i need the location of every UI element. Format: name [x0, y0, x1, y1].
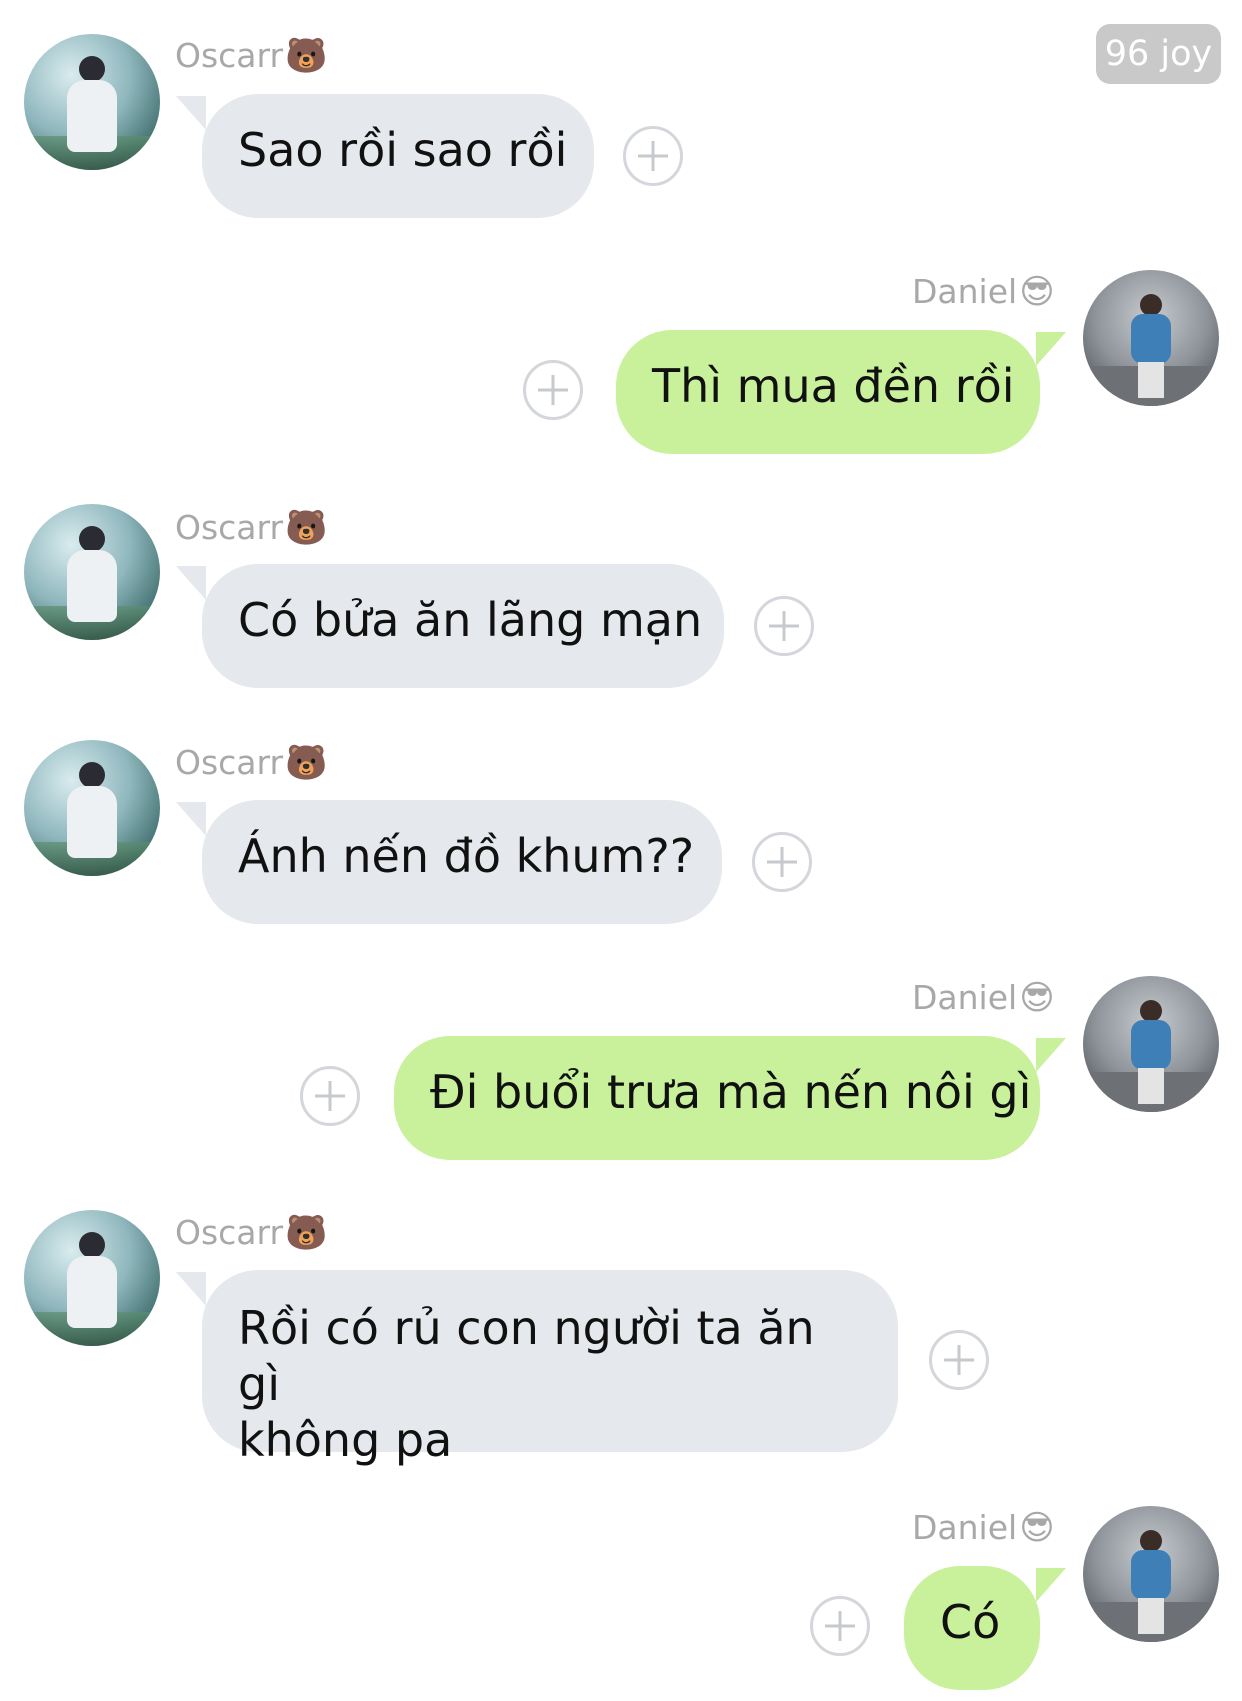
sender-name: Daniel😎 — [912, 1508, 1055, 1548]
sender-name: Oscarr🐻 — [175, 508, 328, 548]
bear-emoji: 🐻 — [285, 36, 328, 76]
avatar-daniel[interactable] — [1083, 270, 1219, 406]
avatar-oscarr[interactable] — [24, 34, 160, 170]
avatar-daniel[interactable] — [1083, 976, 1219, 1112]
sunglasses-emoji: 😎 — [1019, 978, 1055, 1018]
sunglasses-emoji: 😎 — [1019, 272, 1055, 312]
sender-name: Oscarr🐻 — [175, 1213, 328, 1253]
message-bubble[interactable]: Có — [904, 1566, 1040, 1690]
message-bubble[interactable]: Rồi có rủ con người ta ăn gì không pa — [202, 1270, 898, 1467]
add-reaction-icon[interactable] — [929, 1330, 989, 1390]
avatar-daniel[interactable] — [1083, 1506, 1219, 1642]
sender-name: Daniel😎 — [912, 272, 1055, 312]
message-bubble[interactable]: Ánh nến đồ khum?? — [202, 800, 722, 924]
avatar-oscarr[interactable] — [24, 504, 160, 640]
add-reaction-icon[interactable] — [523, 360, 583, 420]
bear-emoji: 🐻 — [285, 508, 328, 548]
add-reaction-icon[interactable] — [300, 1066, 360, 1126]
message-line: không pa — [238, 1413, 453, 1467]
message-bubble[interactable]: Sao rồi sao rồi — [202, 94, 594, 218]
message-bubble[interactable]: Đi buổi trưa mà nến nôi gì — [394, 1036, 1040, 1160]
avatar-oscarr[interactable] — [24, 1210, 160, 1346]
sender-name: Daniel😎 — [912, 978, 1055, 1018]
sender-name: Oscarr🐻 — [175, 743, 328, 783]
avatar-oscarr[interactable] — [24, 740, 160, 876]
message-line: Rồi có rủ con người ta ăn gì — [238, 1301, 815, 1411]
add-reaction-icon[interactable] — [623, 126, 683, 186]
message-bubble[interactable]: Có bửa ăn lãng mạn — [202, 564, 724, 688]
bear-emoji: 🐻 — [285, 743, 328, 783]
add-reaction-icon[interactable] — [810, 1596, 870, 1656]
sender-name: Oscarr🐻 — [175, 36, 328, 76]
add-reaction-icon[interactable] — [752, 832, 812, 892]
unread-badge: 96 joy — [1096, 24, 1221, 84]
bear-emoji: 🐻 — [285, 1213, 328, 1253]
add-reaction-icon[interactable] — [754, 596, 814, 656]
message-bubble[interactable]: Thì mua đền rồi — [616, 330, 1040, 454]
sunglasses-emoji: 😎 — [1019, 1508, 1055, 1548]
